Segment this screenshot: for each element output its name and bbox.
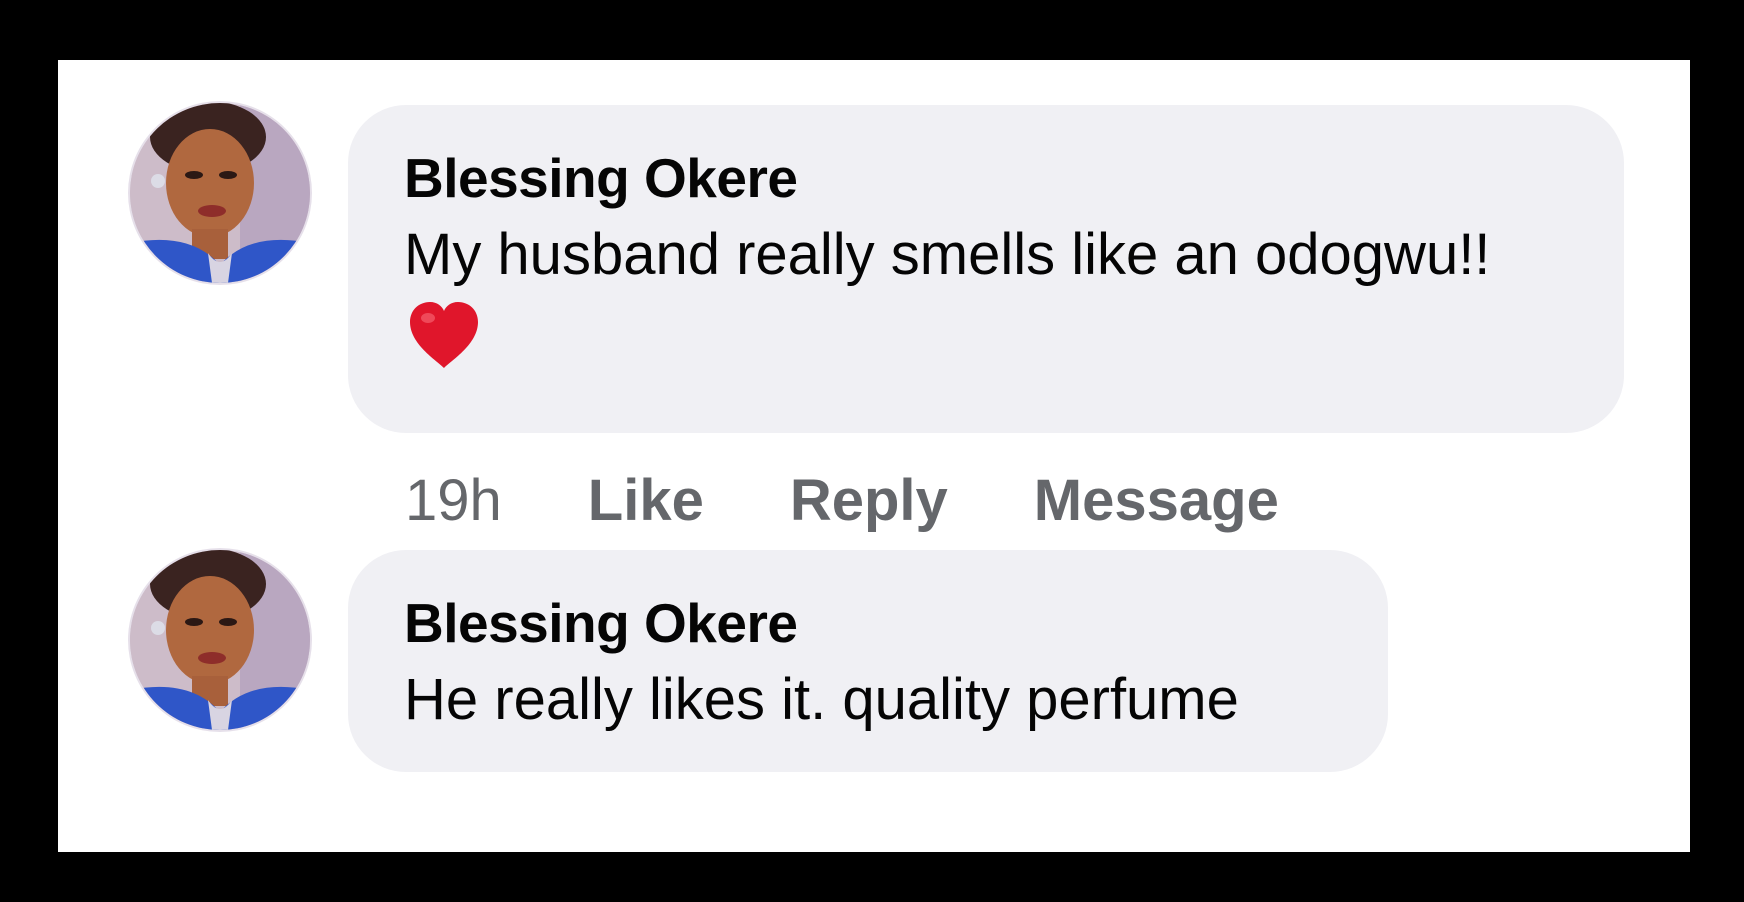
red-heart-icon — [410, 302, 478, 368]
comment-timestamp[interactable]: 19h — [405, 467, 502, 534]
comment-author[interactable]: Blessing Okere — [404, 147, 1568, 209]
message-button[interactable]: Message — [1034, 467, 1279, 534]
screenshot-frame: Blessing Okere My husband really smells … — [0, 0, 1744, 902]
like-button[interactable]: Like — [588, 467, 704, 534]
comment-actions: 19h Like Reply Message — [405, 460, 1279, 540]
comment-text: My husband really smells like an odogwu!… — [404, 213, 1568, 381]
avatar-photo — [130, 103, 310, 283]
reply-button[interactable]: Reply — [790, 467, 948, 534]
comment-text: He really likes it. quality perfume — [404, 667, 1239, 732]
avatar[interactable] — [130, 103, 310, 283]
comment-text-content: My husband really smells like an odogwu!… — [404, 222, 1491, 287]
comment-panel: Blessing Okere My husband really smells … — [58, 60, 1690, 852]
avatar-photo — [130, 550, 310, 730]
avatar[interactable] — [130, 550, 310, 730]
comment-bubble: Blessing Okere He really likes it. quali… — [348, 550, 1388, 772]
comment-bubble: Blessing Okere My husband really smells … — [348, 105, 1624, 433]
comment-author[interactable]: Blessing Okere — [404, 592, 1332, 654]
